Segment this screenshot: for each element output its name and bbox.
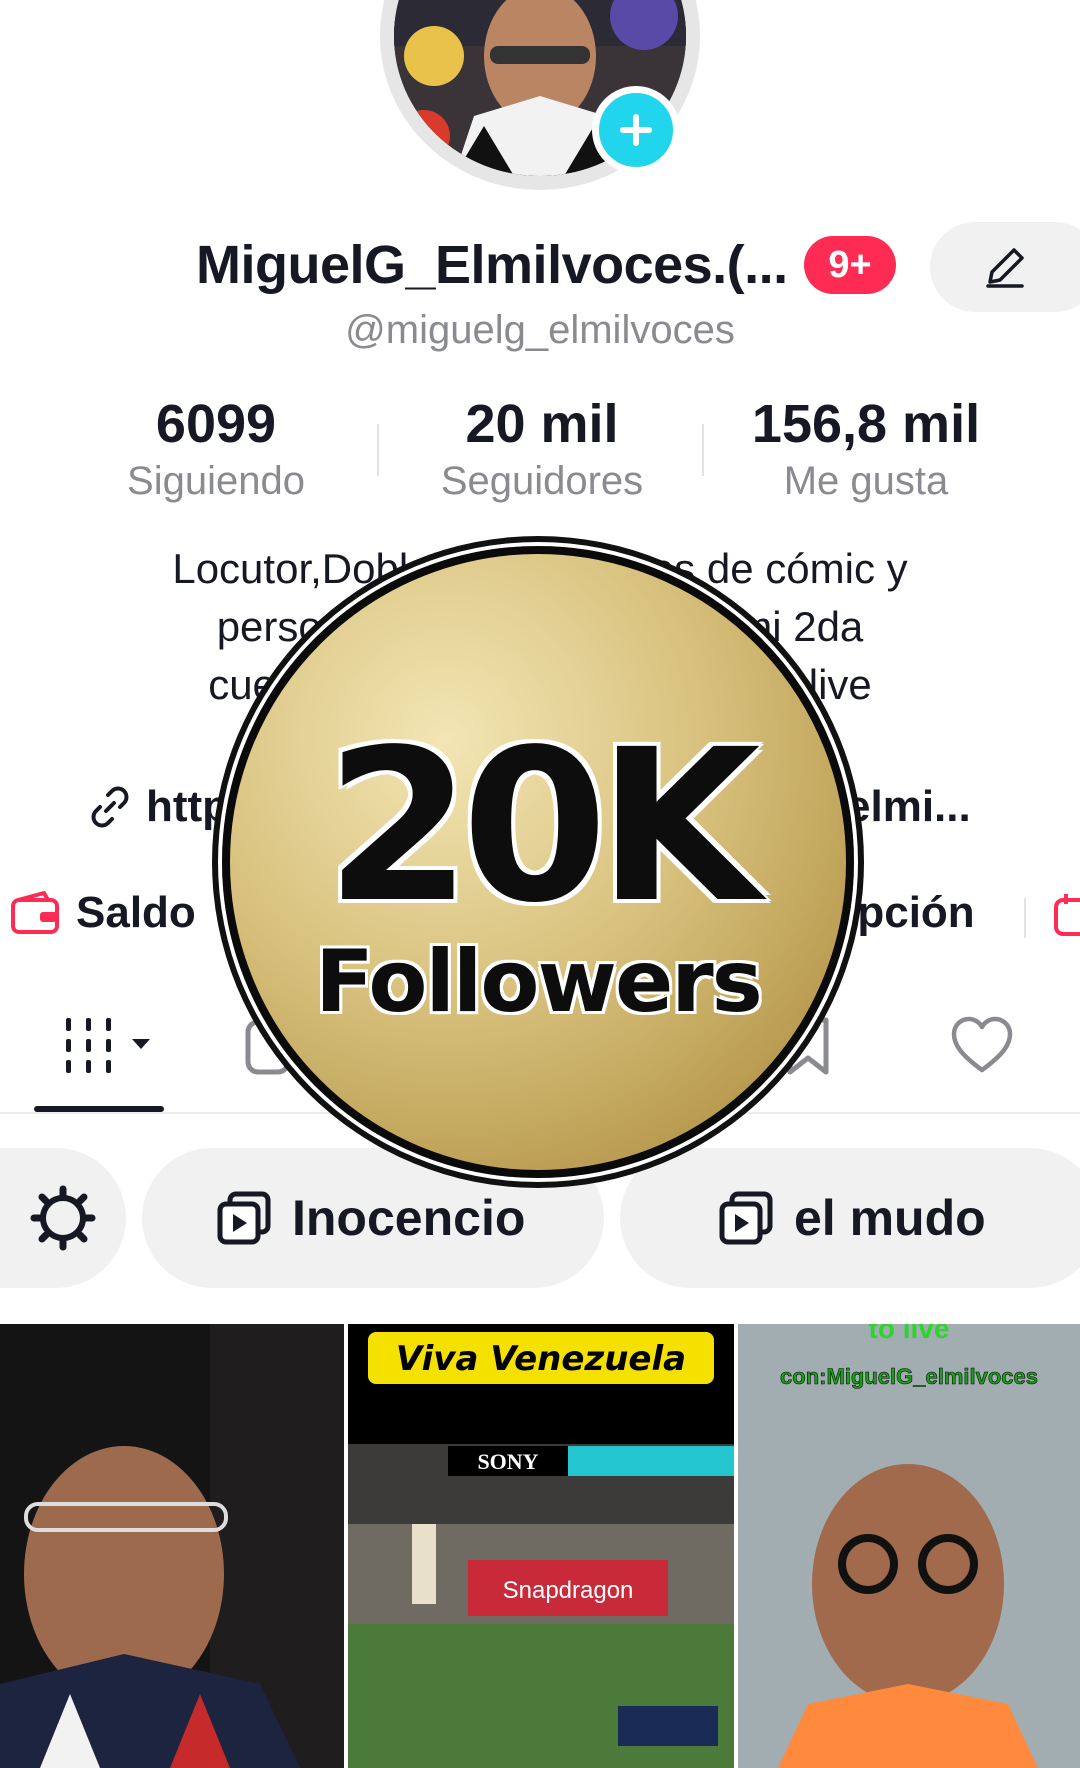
- bio-link-text: http: [146, 782, 230, 831]
- action-divider: [1024, 898, 1026, 938]
- stat-divider: [377, 424, 379, 476]
- playlist-icon: [719, 1191, 773, 1245]
- heart-icon: [951, 1016, 1013, 1073]
- gear-icon: [30, 1185, 96, 1251]
- tab-videos[interactable]: [62, 1014, 156, 1083]
- grid-icon: [66, 1018, 150, 1073]
- stat-value: 20 mil: [465, 394, 619, 454]
- stadium-sign: SONY: [477, 1449, 538, 1474]
- stat-value: 6099: [155, 394, 277, 454]
- bio-link-tail[interactable]: elmi...: [846, 782, 971, 832]
- link-icon: [91, 786, 129, 828]
- stats-row: 6099 Siguiendo 20 mil Seguidores 156,8 m…: [0, 392, 1080, 512]
- playlist-icon: [217, 1191, 271, 1245]
- plus-icon: [620, 114, 652, 146]
- tab-liked[interactable]: [950, 1014, 1014, 1083]
- edit-profile-button[interactable]: [930, 222, 1080, 312]
- notification-badge[interactable]: 9+: [804, 236, 896, 294]
- playlist-label: Inocencio: [292, 1190, 526, 1246]
- stat-label: Siguiendo: [127, 459, 305, 503]
- playlist-label: el mudo: [794, 1190, 986, 1246]
- video-preview-image: [0, 1324, 344, 1768]
- milestone-count: 20K: [324, 702, 763, 951]
- more-tools-icon[interactable]: [1052, 890, 1080, 938]
- stat-likes[interactable]: 156,8 mil Me gusta: [716, 392, 1016, 506]
- stadium-sign: Snapdragon: [503, 1577, 634, 1604]
- stat-label: Me gusta: [783, 459, 949, 503]
- video-caption: Viva Venezuela: [396, 1339, 686, 1379]
- add-story-button[interactable]: [592, 86, 680, 174]
- username: @miguelg_elmilvoces: [345, 308, 735, 352]
- video-grid: Snapdragon SONY Viva Venezuela to live c…: [0, 1324, 1080, 1768]
- video-thumbnail[interactable]: Snapdragon SONY Viva Venezuela: [348, 1324, 734, 1768]
- stat-divider: [702, 424, 704, 476]
- display-name: MiguelG_Elmilvoces.(...: [196, 235, 788, 295]
- balance-label: Saldo: [76, 888, 196, 937]
- active-tab-indicator: [34, 1106, 164, 1112]
- milestone-badge-overlay: 20K Followers: [222, 546, 854, 1178]
- video-thumbnail[interactable]: [0, 1324, 344, 1768]
- manage-playlists-button[interactable]: [0, 1148, 126, 1288]
- stat-following[interactable]: 6099 Siguiendo: [66, 392, 366, 506]
- stat-label: Seguidores: [440, 459, 644, 503]
- playlist-chip[interactable]: el mudo: [620, 1148, 1080, 1288]
- balance-button[interactable]: Saldo: [10, 888, 196, 938]
- bio-link[interactable]: http: [86, 782, 229, 832]
- video-preview-image: to live con:MiguelG_elmilvoces: [738, 1324, 1080, 1768]
- video-preview-image: Snapdragon SONY Viva Venezuela: [348, 1324, 734, 1768]
- milestone-label: Followers: [315, 932, 763, 1032]
- stat-followers[interactable]: 20 mil Seguidores: [392, 392, 692, 506]
- wallet-icon: [11, 891, 59, 934]
- pencil-icon: [986, 248, 1024, 288]
- video-caption: con:MiguelG_elmilvoces: [780, 1364, 1038, 1389]
- name-row: MiguelG_Elmilvoces.(... 9+: [0, 222, 1080, 312]
- video-caption-top: to live: [869, 1324, 950, 1344]
- stat-value: 156,8 mil: [751, 394, 981, 454]
- video-thumbnail[interactable]: to live con:MiguelG_elmilvoces: [738, 1324, 1080, 1768]
